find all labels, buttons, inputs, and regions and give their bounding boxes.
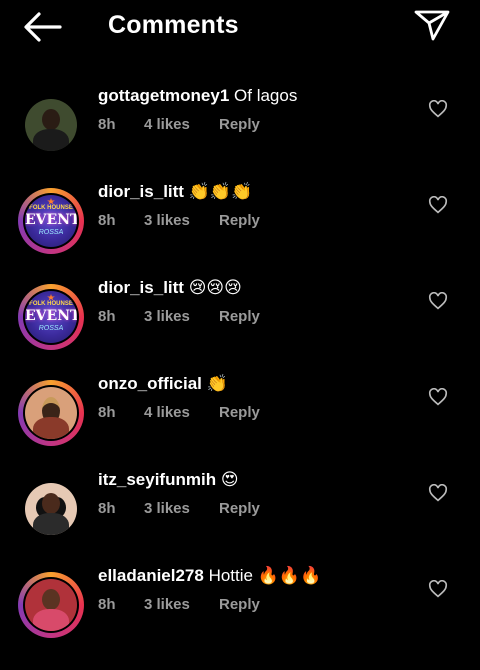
- comment-time: 8h: [98, 212, 116, 229]
- comment-likes[interactable]: 4 likes: [144, 404, 219, 421]
- comment-username[interactable]: elladaniel278: [98, 566, 204, 585]
- avatar[interactable]: [18, 476, 84, 542]
- comment-item: elladaniel278 Hottie 🔥🔥🔥 8h 3 likes Reply: [0, 566, 480, 670]
- comment-emoji: 😢😢😢: [188, 278, 242, 298]
- reply-button[interactable]: Reply: [219, 308, 260, 325]
- avatar[interactable]: FOLK HOUNSE EVENT ROSSA: [18, 284, 84, 350]
- comment-emoji: 👏👏👏: [188, 182, 253, 202]
- page-title: Comments: [108, 11, 239, 39]
- comment-username[interactable]: dior_is_litt: [98, 182, 184, 201]
- heart-icon[interactable]: [428, 580, 448, 598]
- reply-button[interactable]: Reply: [219, 500, 260, 517]
- comment-time: 8h: [98, 116, 116, 133]
- comment-likes[interactable]: 3 likes: [144, 596, 219, 613]
- reply-button[interactable]: Reply: [219, 404, 260, 421]
- comment-item: FOLK HOUNSE EVENT ROSSA dior_is_litt 👏👏👏…: [0, 182, 480, 286]
- comment-text: Of lagos: [234, 86, 298, 105]
- heart-icon[interactable]: [428, 388, 448, 406]
- heart-icon[interactable]: [428, 292, 448, 310]
- comment-time: 8h: [98, 596, 116, 613]
- comment-item: FOLK HOUNSE EVENT ROSSA dior_is_litt 😢😢😢…: [0, 278, 480, 382]
- comment-item: itz_seyifunmih 😍 8h 3 likes Reply: [0, 470, 480, 574]
- event-logo-main: EVENT: [25, 212, 77, 228]
- event-logo-main: EVENT: [25, 308, 77, 324]
- comment-item: onzo_official 👏 8h 4 likes Reply: [0, 374, 480, 478]
- event-logo-top: FOLK HOUNSE: [29, 205, 73, 211]
- comment-likes[interactable]: 4 likes: [144, 116, 219, 133]
- profile-photo: [25, 99, 77, 151]
- comment-username[interactable]: gottagetmoney1: [98, 86, 229, 105]
- comment-time: 8h: [98, 500, 116, 517]
- comment-likes[interactable]: 3 likes: [144, 308, 219, 325]
- back-arrow-icon[interactable]: [22, 11, 62, 43]
- comment-item: gottagetmoney1 Of lagos 8h 4 likes Reply: [0, 86, 480, 190]
- comment-likes[interactable]: 3 likes: [144, 500, 219, 517]
- heart-icon[interactable]: [428, 196, 448, 214]
- profile-photo: [25, 579, 77, 631]
- send-icon[interactable]: [413, 8, 451, 42]
- profile-photo: [25, 483, 77, 535]
- heart-icon[interactable]: [428, 100, 448, 118]
- reply-button[interactable]: Reply: [219, 212, 260, 229]
- comment-emoji: 😍: [220, 470, 239, 490]
- header-bar: Comments: [0, 0, 480, 54]
- event-logo-sub: ROSSA: [38, 325, 64, 332]
- event-logo-sub: ROSSA: [38, 229, 64, 236]
- event-logo-top: FOLK HOUNSE: [29, 301, 73, 307]
- avatar[interactable]: FOLK HOUNSE EVENT ROSSA: [18, 188, 84, 254]
- heart-icon[interactable]: [428, 484, 448, 502]
- comment-text: Hottie: [208, 566, 253, 585]
- comment-time: 8h: [98, 404, 116, 421]
- avatar[interactable]: [18, 572, 84, 638]
- comment-username[interactable]: dior_is_litt: [98, 278, 184, 297]
- reply-button[interactable]: Reply: [219, 596, 260, 613]
- comment-time: 8h: [98, 308, 116, 325]
- event-logo: FOLK HOUNSE EVENT ROSSA: [25, 195, 77, 247]
- profile-photo: [25, 387, 77, 439]
- reply-button[interactable]: Reply: [219, 116, 260, 133]
- comment-emoji: 🔥🔥🔥: [257, 566, 322, 586]
- comment-username[interactable]: itz_seyifunmih: [98, 470, 216, 489]
- comment-likes[interactable]: 3 likes: [144, 212, 219, 229]
- event-logo: FOLK HOUNSE EVENT ROSSA: [25, 291, 77, 343]
- comment-emoji: 👏: [206, 374, 228, 394]
- avatar[interactable]: [18, 380, 84, 446]
- comment-username[interactable]: onzo_official: [98, 374, 202, 393]
- avatar[interactable]: [18, 92, 84, 158]
